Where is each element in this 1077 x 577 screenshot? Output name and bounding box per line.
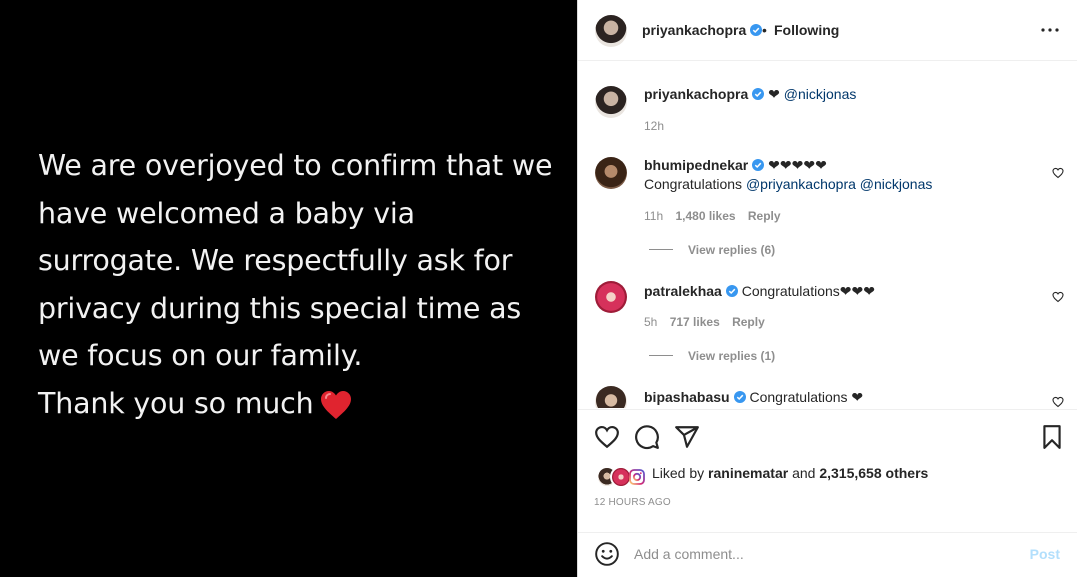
header-separator: • — [762, 22, 767, 38]
instagram-icon — [629, 469, 645, 485]
likes-and: and — [792, 465, 816, 481]
heart-icon[interactable] — [594, 424, 620, 450]
comment-text-second-line: Congratulations @priyankachopra @nickjon… — [644, 176, 932, 192]
comment-likes[interactable]: 717 likes — [670, 315, 720, 329]
post-image-text: We are overjoyed to confirm that we have… — [38, 142, 558, 427]
following-button[interactable]: Following — [774, 22, 839, 38]
comment-body: Congratulations — [644, 176, 743, 192]
comment-hearts: ❤❤❤❤❤ — [768, 157, 827, 173]
view-replies-button[interactable]: View replies (1) — [688, 349, 775, 363]
comment-time[interactable]: 11h — [644, 209, 663, 223]
comment-time[interactable]: 5h — [644, 315, 657, 329]
view-replies-button[interactable]: View replies (6) — [688, 243, 775, 257]
comment-username[interactable]: bhumipednekar — [644, 157, 748, 173]
comment-icon[interactable] — [634, 424, 660, 450]
reply-button[interactable]: Reply — [732, 315, 765, 329]
comment-like-heart-icon[interactable] — [1052, 396, 1064, 408]
post-text-line: we focus on our family. — [38, 339, 363, 372]
caption-author-avatar[interactable] — [595, 86, 627, 118]
comment-avatar[interactable] — [595, 386, 627, 408]
comment-text: bipashabasu Congratulations ❤ — [644, 389, 863, 406]
author-username-wrap: priyankachopra — [642, 22, 763, 38]
post-text-line: We are overjoyed to confirm that we — [38, 149, 553, 182]
emoji-icon[interactable] — [594, 541, 620, 567]
comment-avatar[interactable] — [595, 281, 627, 313]
comment-body: Congratulations❤❤❤ — [741, 283, 875, 299]
comment-input[interactable] — [634, 543, 1014, 565]
reply-button[interactable]: Reply — [748, 209, 781, 223]
post-timestamp[interactable]: 12 HOURS AGO — [594, 497, 671, 508]
verified-badge-icon — [750, 24, 763, 36]
comment-mention-link[interactable]: @nickjonas — [860, 176, 933, 192]
author-username[interactable]: priyankachopra — [642, 22, 746, 38]
comment-like-heart-icon[interactable] — [1052, 291, 1064, 303]
comment-text: bhumipednekar ❤❤❤❤❤ — [644, 157, 827, 174]
post-text-line: privacy during this special time as — [38, 291, 521, 325]
liked-by-prefix: Liked by — [652, 465, 705, 481]
comment-username[interactable]: patralekhaa — [644, 283, 722, 299]
comments-section[interactable]: priyankachopra ❤ @nickjonas 12h bhumiped… — [578, 62, 1077, 408]
post-details-panel: priyankachopra • Following priyankachopr… — [577, 0, 1077, 577]
post-comment-button[interactable]: Post — [1030, 546, 1060, 562]
comment-text: patralekhaa Congratulations❤❤❤ — [644, 283, 875, 300]
comment-meta: 5h 717 likes Reply — [644, 315, 765, 329]
comment-likes[interactable]: 1,480 likes — [675, 209, 735, 223]
caption-text: priyankachopra ❤ @nickjonas — [644, 86, 856, 103]
post-image[interactable]: We are overjoyed to confirm that we have… — [0, 0, 577, 577]
comment-avatar[interactable] — [595, 157, 627, 189]
post-text-line: surrogate. We respectfully ask for — [38, 244, 513, 277]
likes-others-link[interactable]: 2,315,658 others — [819, 465, 928, 481]
comment-like-heart-icon[interactable] — [1052, 167, 1064, 179]
comment-meta: 11h 1,480 likes Reply — [644, 209, 781, 223]
verified-badge-icon — [752, 88, 765, 100]
liker-username[interactable]: raninematar — [708, 465, 788, 481]
verified-badge-icon — [733, 391, 746, 403]
author-avatar[interactable] — [595, 15, 627, 47]
verified-badge-icon — [752, 159, 765, 171]
post-text-line-last: Thank you so much — [38, 380, 558, 428]
caption-username[interactable]: priyankachopra — [644, 86, 748, 102]
likes-summary: Liked by raninematar and 2,315,658 other… — [652, 465, 928, 481]
caption-mention-link[interactable]: @nickjonas — [784, 86, 857, 102]
caption-heart: ❤ — [768, 86, 780, 102]
add-comment-bar: Post — [578, 532, 1077, 577]
replies-line — [649, 355, 673, 356]
replies-line — [649, 249, 673, 250]
red-heart-emoji-icon — [320, 390, 351, 419]
post-header: priyankachopra • Following — [578, 0, 1077, 61]
post-actions: Liked by raninematar and 2,315,658 other… — [578, 409, 1077, 532]
caption-time[interactable]: 12h — [644, 119, 664, 133]
post-text-line: have welcomed a baby via — [38, 196, 415, 230]
comment-mention-link[interactable]: @priyankachopra — [746, 176, 856, 192]
bookmark-icon[interactable] — [1039, 424, 1065, 450]
comment-username[interactable]: bipashabasu — [644, 389, 730, 405]
post-text-line: Thank you so much — [38, 386, 314, 420]
verified-badge-icon — [725, 285, 738, 297]
more-options-icon[interactable] — [1040, 20, 1060, 40]
instagram-post-view: We are overjoyed to confirm that we have… — [0, 0, 1077, 577]
comment-body: Congratulations ❤ — [749, 389, 864, 405]
share-icon[interactable] — [674, 424, 700, 450]
